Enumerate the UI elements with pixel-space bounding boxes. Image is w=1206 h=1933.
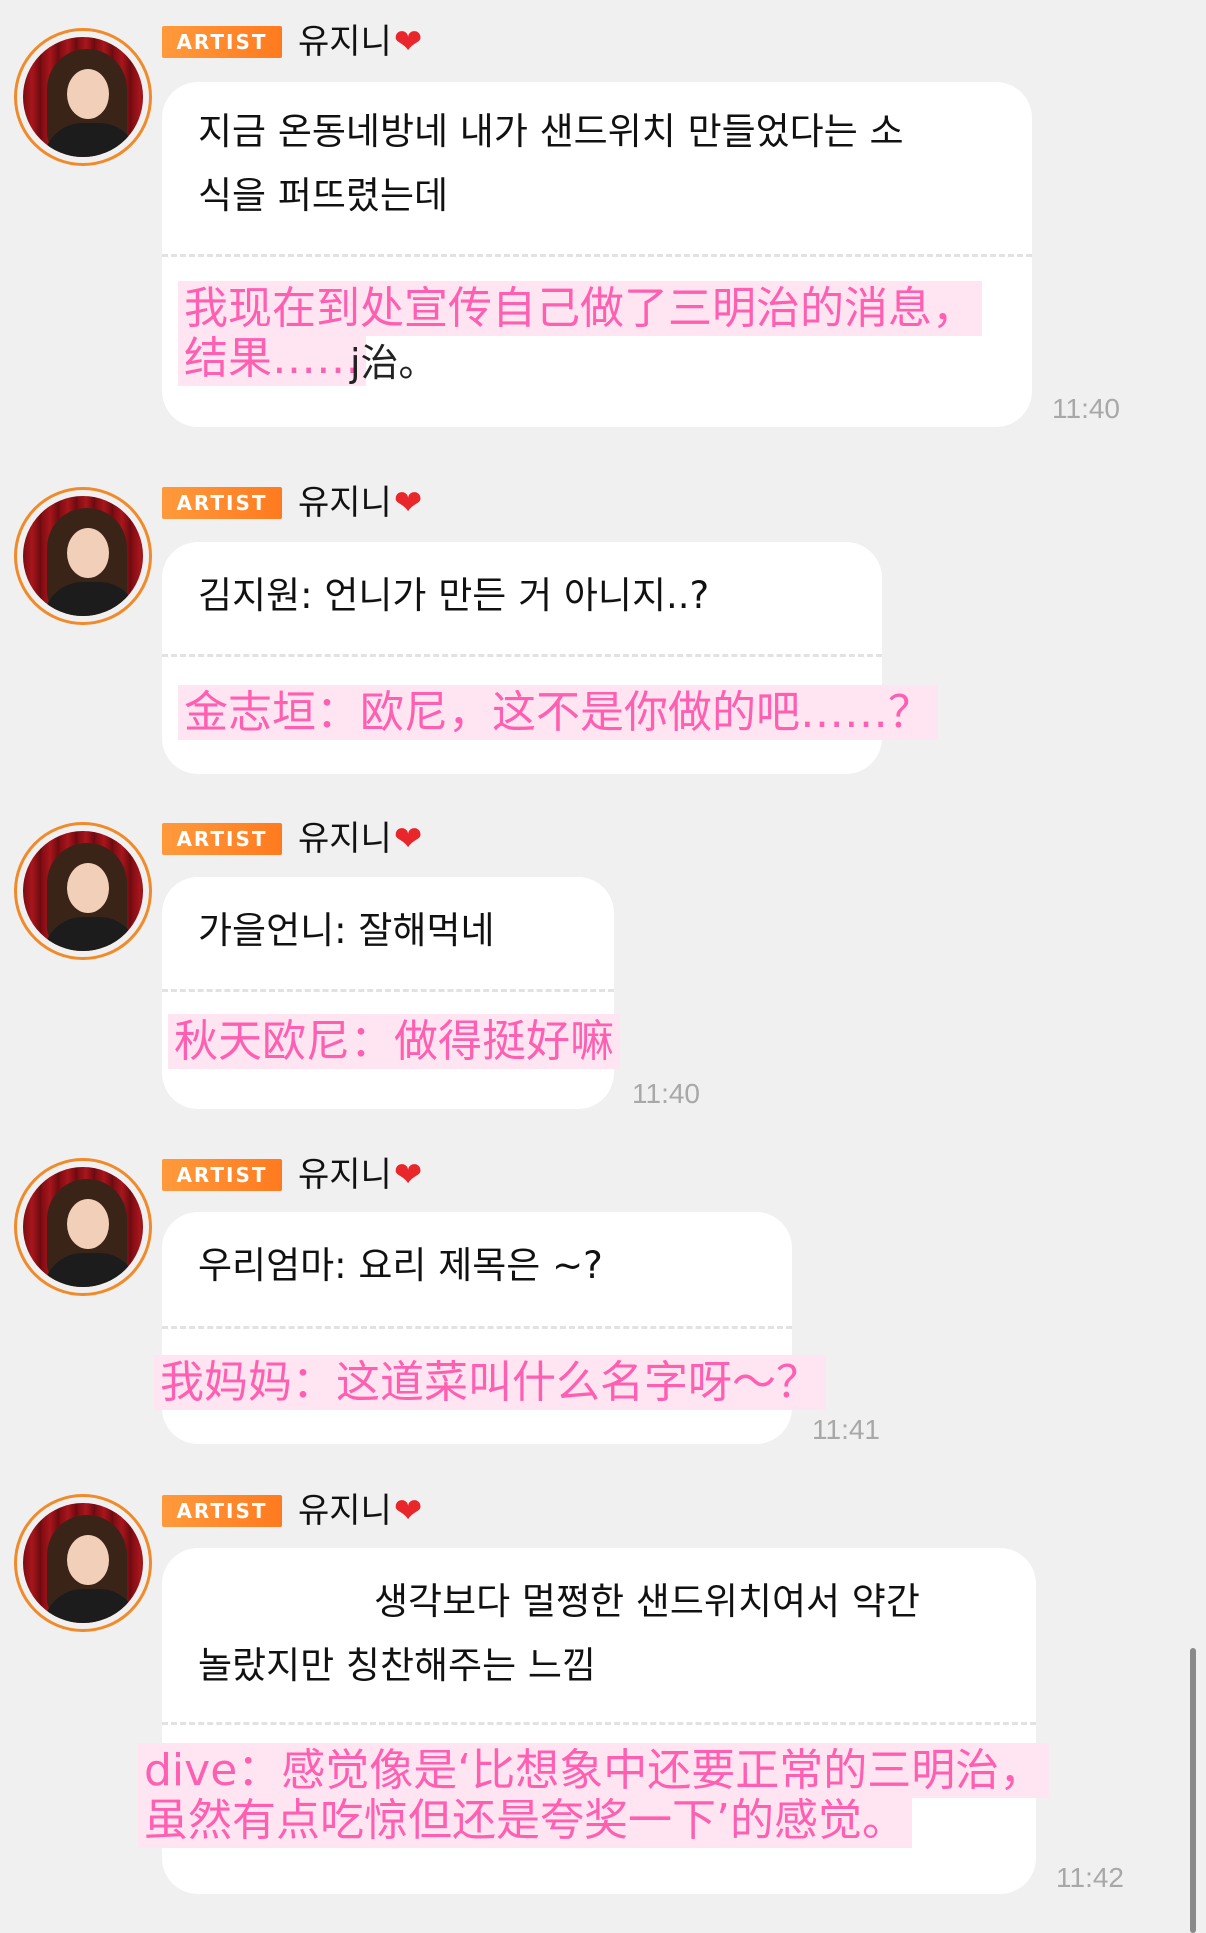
sender-name: 유지니❤ bbox=[298, 22, 422, 62]
timestamp: 11:41 bbox=[812, 1414, 880, 1445]
artist-badge: ARTIST bbox=[162, 823, 282, 855]
sender-name-text: 유지니 bbox=[298, 1491, 392, 1531]
translation-text: 秋天欧尼：做得挺好嘛 bbox=[168, 1014, 668, 1069]
avatar[interactable] bbox=[14, 487, 152, 625]
avatar-photo bbox=[23, 37, 143, 157]
avatar[interactable] bbox=[14, 28, 152, 166]
avatar-photo bbox=[23, 1167, 143, 1287]
divider bbox=[162, 1326, 792, 1329]
translation-text: 我现在到处宣传自己做了三明治的消息， 结果…… bbox=[178, 281, 1098, 386]
divider bbox=[162, 254, 1032, 257]
timestamp: 11:40 bbox=[1052, 393, 1120, 424]
translation-text: dive：感觉像是‘比想象中还要正常的三明治， 虽然有点吃惊但还是夸奖一下’的感… bbox=[138, 1743, 1078, 1848]
message-bubble[interactable]: 김지원: 언니가 만든 거 아니지..? 金志垣：欧尼，这不是你做的吧……？ bbox=[162, 542, 938, 774]
sender-name: 유지니❤ bbox=[298, 483, 422, 523]
avatar[interactable] bbox=[14, 1494, 152, 1632]
sender-name: 유지니❤ bbox=[298, 1155, 422, 1195]
translation-text: 我妈妈：这道菜叫什么名字呀～？ bbox=[154, 1355, 874, 1410]
message-text-korean: 우리엄마: 요리 제목은 ~? bbox=[198, 1244, 603, 1287]
timestamp: 11:40 bbox=[632, 1078, 700, 1109]
avatar[interactable] bbox=[14, 1158, 152, 1296]
translation-partial-text: j治。 bbox=[350, 341, 437, 385]
message-bubble[interactable]: 가을언니: 잘해먹네 秋天欧尼：做得挺好嘛 bbox=[162, 877, 620, 1109]
translation-highlight: 秋天欧尼：做得挺好嘛 bbox=[168, 1014, 620, 1069]
translation-highlight: 我现在到处宣传自己做了三明治的消息， 结果…… bbox=[178, 281, 982, 386]
artist-badge: ARTIST bbox=[162, 1495, 282, 1527]
heart-icon: ❤ bbox=[393, 22, 423, 62]
avatar-photo bbox=[23, 1503, 143, 1623]
message-bubble[interactable]: 생각보다 멀쩡한 샌드위치여서 약간 놀랐지만 칭찬해주는 느낌 dive：感觉… bbox=[138, 1548, 1050, 1894]
heart-icon: ❤ bbox=[393, 1155, 423, 1195]
translation-highlight: 金志垣：欧尼，这不是你做的吧……？ bbox=[178, 685, 938, 740]
message-bubble[interactable]: 지금 온동네방네 내가 샌드위치 만들었다는 소 식을 퍼뜨렸는데 我现在到处宣… bbox=[162, 82, 1032, 427]
divider bbox=[162, 989, 614, 992]
message-bubble[interactable]: 우리엄마: 요리 제목은 ~? 我妈妈：这道菜叫什么名字呀～？ bbox=[154, 1212, 826, 1444]
timestamp: 11:42 bbox=[1056, 1862, 1124, 1893]
sender-name: 유지니❤ bbox=[298, 1491, 422, 1531]
translation-highlight: dive：感觉像是‘比想象中还要正常的三明治， 虽然有点吃惊但还是夸奖一下’的感… bbox=[138, 1743, 1050, 1848]
sender-name-text: 유지니 bbox=[298, 22, 392, 62]
artist-badge: ARTIST bbox=[162, 487, 282, 519]
translation-highlight: 我妈妈：这道菜叫什么名字呀～？ bbox=[154, 1355, 826, 1410]
avatar-photo bbox=[23, 831, 143, 951]
sender-name-text: 유지니 bbox=[298, 819, 392, 859]
sender-name-text: 유지니 bbox=[298, 483, 392, 523]
sender-name-text: 유지니 bbox=[298, 1155, 392, 1195]
heart-icon: ❤ bbox=[393, 819, 423, 859]
divider bbox=[162, 654, 882, 657]
translation-text: 金志垣：欧尼，这不是你做的吧……？ bbox=[178, 685, 938, 740]
heart-icon: ❤ bbox=[393, 1491, 423, 1531]
message-text-korean: 생각보다 멀쩡한 샌드위치여서 약간 놀랐지만 칭찬해주는 느낌 bbox=[198, 1580, 920, 1687]
avatar[interactable] bbox=[14, 822, 152, 960]
artist-badge: ARTIST bbox=[162, 1159, 282, 1191]
sender-name: 유지니❤ bbox=[298, 819, 422, 859]
heart-icon: ❤ bbox=[393, 483, 423, 523]
artist-badge: ARTIST bbox=[162, 26, 282, 58]
message-text-korean: 지금 온동네방네 내가 샌드위치 만들었다는 소 식을 퍼뜨렸는데 bbox=[198, 110, 904, 217]
divider bbox=[162, 1722, 1036, 1725]
scrollbar[interactable] bbox=[1190, 1648, 1196, 1933]
message-text-korean: 김지원: 언니가 만든 거 아니지..? bbox=[198, 574, 710, 617]
avatar-photo bbox=[23, 496, 143, 616]
message-text-korean: 가을언니: 잘해먹네 bbox=[198, 909, 495, 952]
